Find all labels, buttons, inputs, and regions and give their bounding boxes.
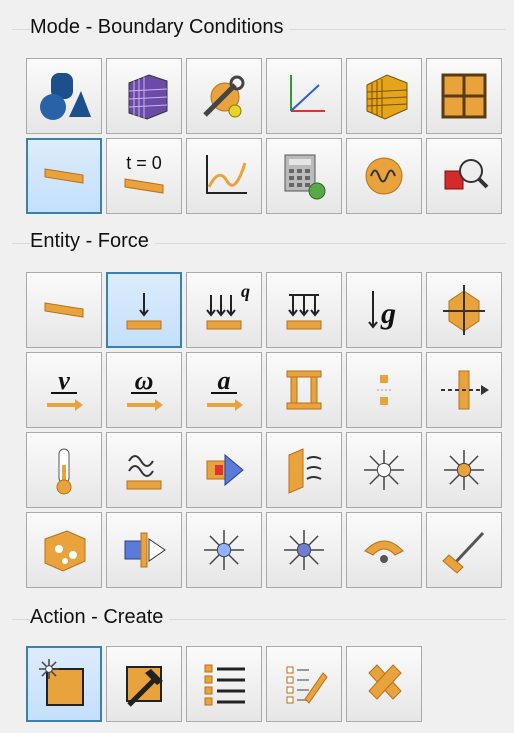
entity-point-heat-button[interactable]	[346, 432, 422, 508]
action-group: Action - Create	[12, 606, 506, 730]
body-heat-icon	[435, 441, 493, 499]
svg-text:q: q	[241, 281, 250, 301]
entity-heat-convection-button[interactable]	[106, 432, 182, 508]
svg-text:ω: ω	[135, 366, 154, 395]
acceleration-icon: a	[195, 361, 253, 419]
action-create-button[interactable]	[26, 646, 102, 722]
action-delete-button[interactable]	[346, 646, 422, 722]
mode-geometry-button[interactable]	[26, 58, 102, 134]
entity-body-heat-button[interactable]	[426, 432, 502, 508]
modify-icon	[115, 655, 173, 713]
geometry-icon	[35, 67, 93, 125]
boundary-conditions-toolbox: Mode - Boundary Conditions t = 0 Entity …	[0, 0, 514, 733]
heat-flux-icon	[195, 441, 253, 499]
entity-weld-button[interactable]	[426, 512, 502, 588]
mode-inspect-button[interactable]	[426, 138, 502, 214]
boundary-conditions-icon	[35, 147, 93, 205]
mode-group-title: Mode - Boundary Conditions	[30, 16, 290, 39]
svg-text:g: g	[380, 297, 396, 330]
entity-plate-load-button[interactable]	[26, 272, 102, 348]
heat-convection-icon	[115, 441, 173, 499]
action-group-title: Action - Create	[30, 606, 170, 629]
entity-constraint-button[interactable]	[426, 272, 502, 348]
mode-button-grid: t = 0	[26, 58, 502, 214]
inspect-icon	[435, 147, 493, 205]
mode-mesh-button[interactable]	[106, 58, 182, 134]
entity-pressure-button[interactable]	[266, 272, 342, 348]
calculator-settings-icon	[275, 147, 333, 205]
entity-heat-flux-button[interactable]	[186, 432, 262, 508]
velocity-icon: v	[35, 361, 93, 419]
distributed-load-icon: q	[195, 281, 253, 339]
entity-contact-gap-button[interactable]	[346, 352, 422, 428]
entity-temperature-button[interactable]	[26, 432, 102, 508]
entity-force-button[interactable]	[106, 272, 182, 348]
entity-rigid-wall-button[interactable]	[266, 352, 342, 428]
weld-icon	[435, 521, 493, 579]
mode-tools-button[interactable]	[186, 58, 262, 134]
create-icon	[35, 655, 93, 713]
plate-load-icon	[35, 281, 93, 339]
nodes-grid-icon	[435, 67, 493, 125]
entity-button-grid: q g v ω a	[26, 272, 502, 588]
mode-wave-button[interactable]	[346, 138, 422, 214]
entity-angular-velocity-button[interactable]: ω	[106, 352, 182, 428]
entity-group: Entity - Force q g v ω a	[12, 230, 506, 599]
entity-surface-flux-button[interactable]	[106, 512, 182, 588]
time-curve-icon	[195, 147, 253, 205]
entity-acceleration-button[interactable]: a	[186, 352, 262, 428]
radiation-icon	[275, 441, 333, 499]
coordinate-system-icon	[275, 67, 333, 125]
entity-radiation-button[interactable]	[266, 432, 342, 508]
mesh-icon	[115, 67, 173, 125]
rigid-wall-icon	[275, 361, 333, 419]
mode-mesh-elements-button[interactable]	[346, 58, 422, 134]
tools-icon	[195, 67, 253, 125]
action-list-button[interactable]	[186, 646, 262, 722]
svg-text:t = 0: t = 0	[126, 153, 162, 173]
bolt-preload-icon	[435, 361, 493, 419]
list-icon	[195, 655, 253, 713]
initial-conditions-icon: t = 0	[115, 147, 173, 205]
entity-group-title: Entity - Force	[30, 230, 155, 253]
mode-nodes-grid-button[interactable]	[426, 58, 502, 134]
action-modify-button[interactable]	[106, 646, 182, 722]
entity-bolt-preload-button[interactable]	[426, 352, 502, 428]
action-edit-list-button[interactable]	[266, 646, 342, 722]
emitter-icon	[355, 521, 413, 579]
mode-time-curve-button[interactable]	[186, 138, 262, 214]
pressure-icon	[275, 281, 333, 339]
force-icon	[115, 281, 173, 339]
entity-point-source-button[interactable]	[186, 512, 262, 588]
entity-sphere-source-button[interactable]	[266, 512, 342, 588]
mode-coordinate-system-button[interactable]	[266, 58, 342, 134]
svg-text:a: a	[218, 366, 231, 395]
mode-boundary-conditions-button[interactable]	[26, 138, 102, 214]
mesh-elements-icon	[355, 67, 413, 125]
wave-icon	[355, 147, 413, 205]
volume-source-icon	[35, 521, 93, 579]
svg-text:v: v	[58, 366, 70, 395]
surface-flux-icon	[115, 521, 173, 579]
delete-icon	[355, 655, 413, 713]
entity-distributed-load-button[interactable]: q	[186, 272, 262, 348]
entity-velocity-button[interactable]: v	[26, 352, 102, 428]
temperature-icon	[35, 441, 93, 499]
contact-gap-icon	[355, 361, 413, 419]
mode-group: Mode - Boundary Conditions t = 0	[12, 16, 506, 225]
point-source-icon	[195, 521, 253, 579]
mode-initial-conditions-button[interactable]: t = 0	[106, 138, 182, 214]
angular-velocity-icon: ω	[115, 361, 173, 419]
constraint-icon	[435, 281, 493, 339]
entity-volume-source-button[interactable]	[26, 512, 102, 588]
entity-emitter-button[interactable]	[346, 512, 422, 588]
edit-list-icon	[275, 655, 333, 713]
entity-gravity-button[interactable]: g	[346, 272, 422, 348]
gravity-icon: g	[355, 281, 413, 339]
mode-calculator-settings-button[interactable]	[266, 138, 342, 214]
action-button-grid	[26, 646, 502, 722]
point-heat-icon	[355, 441, 413, 499]
sphere-source-icon	[275, 521, 333, 579]
